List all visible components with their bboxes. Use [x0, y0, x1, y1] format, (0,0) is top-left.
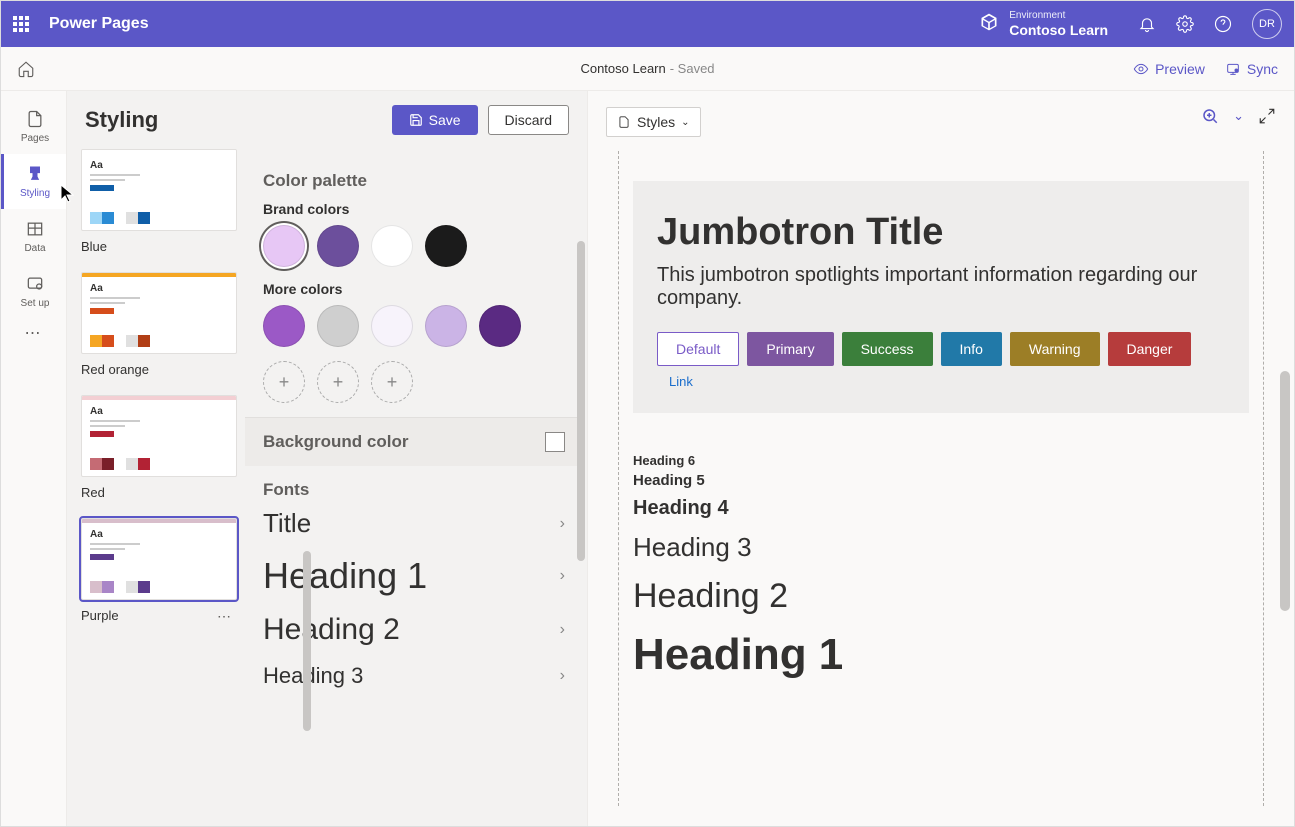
left-nav-rail: Pages Styling Data Set up ⋯: [1, 91, 67, 826]
color-swatch[interactable]: [317, 305, 359, 347]
brand-swatch-row: [263, 225, 565, 267]
nav-setup[interactable]: Set up: [1, 264, 66, 319]
chevron-right-icon: ›: [560, 667, 565, 685]
preview-h6: Heading 6: [633, 453, 1249, 468]
settings-icon[interactable]: [1176, 15, 1194, 33]
preview-h2: Heading 2: [633, 577, 1249, 616]
chevron-right-icon: ›: [560, 567, 565, 585]
theme-card[interactable]: Aa Red: [81, 395, 237, 500]
more-colors-heading: More colors: [263, 281, 565, 297]
preview-h3: Heading 3: [633, 532, 1249, 563]
page-icon: [25, 109, 45, 129]
preview-h1: Heading 1: [633, 630, 1249, 680]
notifications-icon[interactable]: [1138, 15, 1156, 33]
eye-icon: [1133, 61, 1149, 77]
page-icon: [617, 115, 631, 129]
nav-more[interactable]: ⋯: [25, 323, 43, 343]
panel-title: Styling: [85, 107, 158, 133]
theme-card[interactable]: Aa Blue: [81, 149, 237, 254]
environment-name: Contoso Learn: [1009, 22, 1108, 39]
preview-h5: Heading 5: [633, 472, 1249, 489]
nav-styling[interactable]: Styling: [1, 154, 66, 209]
document-title: Contoso Learn: [580, 61, 665, 76]
theme-name: Purple: [81, 608, 237, 623]
brush-icon: [25, 164, 45, 184]
add-color-button[interactable]: +: [371, 361, 413, 403]
chevron-right-icon: ›: [560, 515, 565, 533]
preview-button[interactable]: Preview: [1133, 61, 1205, 77]
sync-button[interactable]: Sync: [1225, 61, 1278, 77]
color-swatch[interactable]: [479, 305, 521, 347]
scrollbar[interactable]: [303, 551, 311, 731]
save-icon: [409, 113, 423, 127]
styles-dropdown[interactable]: Styles ⌄: [606, 107, 701, 137]
theme-name: Red orange: [81, 362, 237, 377]
top-bar: Power Pages Environment Contoso Learn DR: [1, 1, 1294, 47]
btn-primary[interactable]: Primary: [747, 332, 833, 366]
color-swatch[interactable]: [263, 305, 305, 347]
environment-icon: [979, 12, 999, 35]
save-button[interactable]: Save: [392, 105, 478, 135]
scrollbar[interactable]: [1280, 371, 1290, 611]
theme-more-icon[interactable]: ⋯: [217, 608, 233, 625]
color-swatch[interactable]: [425, 305, 467, 347]
environment-label: Environment: [1009, 10, 1108, 22]
expand-icon[interactable]: [1258, 107, 1276, 125]
jumbotron: Jumbotron Title This jumbotron spotlight…: [633, 181, 1249, 413]
background-color-row[interactable]: Background color: [245, 417, 583, 466]
scrollbar[interactable]: [577, 241, 585, 561]
discard-button[interactable]: Discard: [488, 105, 569, 135]
color-swatch[interactable]: [425, 225, 467, 267]
more-swatch-row: [263, 305, 565, 347]
app-title: Power Pages: [49, 15, 979, 33]
btn-danger[interactable]: Danger: [1108, 332, 1192, 366]
preview-area: Styles ⌄ ⌄ Jumbotron Title This jumbotro…: [587, 91, 1294, 826]
table-icon: [25, 219, 45, 239]
color-swatch[interactable]: [371, 225, 413, 267]
nav-pages[interactable]: Pages: [1, 99, 66, 154]
add-swatch-row: + + +: [263, 361, 565, 403]
color-swatch[interactable]: [371, 305, 413, 347]
theme-list: Aa Blue Aa Red orange Aa Red: [67, 149, 245, 826]
nav-data[interactable]: Data: [1, 209, 66, 264]
preview-h4: Heading 4: [633, 497, 1249, 520]
command-bar: Contoso Learn - Saved Preview Sync: [1, 47, 1294, 91]
btn-default[interactable]: Default: [657, 332, 739, 366]
user-avatar[interactable]: DR: [1252, 9, 1282, 39]
theme-card[interactable]: Aa Purple ⋯: [81, 518, 237, 623]
app-launcher-icon[interactable]: [13, 16, 29, 32]
chevron-down-icon[interactable]: ⌄: [1233, 108, 1244, 124]
sync-icon: [1225, 61, 1241, 77]
setup-icon: [25, 274, 45, 294]
add-color-button[interactable]: +: [263, 361, 305, 403]
preview-link[interactable]: Link: [669, 374, 693, 389]
home-icon[interactable]: [17, 60, 35, 78]
help-icon[interactable]: [1214, 15, 1232, 33]
btn-success[interactable]: Success: [842, 332, 933, 366]
theme-card[interactable]: Aa Red orange: [81, 272, 237, 377]
color-palette-heading: Color palette: [263, 171, 565, 191]
font-title-row[interactable]: Title ›: [263, 500, 565, 547]
environment-picker[interactable]: Environment Contoso Learn: [979, 10, 1108, 39]
fonts-heading: Fonts: [263, 480, 309, 500]
styling-panel: Styling Save Discard Aa: [67, 91, 587, 826]
background-swatch[interactable]: [545, 432, 565, 452]
headings-list: Heading 6 Heading 5 Heading 4 Heading 3 …: [633, 453, 1249, 680]
jumbotron-text: This jumbotron spotlights important info…: [657, 264, 1225, 310]
document-status: - Saved: [670, 61, 715, 76]
theme-name: Blue: [81, 239, 237, 254]
chevron-down-icon: ⌄: [681, 117, 689, 128]
brand-colors-heading: Brand colors: [263, 201, 565, 217]
config-column: Color palette Brand colors More colors +…: [245, 149, 587, 826]
color-swatch[interactable]: [317, 225, 359, 267]
add-color-button[interactable]: +: [317, 361, 359, 403]
theme-name: Red: [81, 485, 237, 500]
color-swatch[interactable]: [263, 225, 305, 267]
btn-warning[interactable]: Warning: [1010, 332, 1100, 366]
btn-info[interactable]: Info: [941, 332, 1002, 366]
zoom-icon[interactable]: [1201, 107, 1219, 125]
jumbotron-title: Jumbotron Title: [657, 211, 1225, 254]
chevron-right-icon: ›: [560, 621, 565, 639]
